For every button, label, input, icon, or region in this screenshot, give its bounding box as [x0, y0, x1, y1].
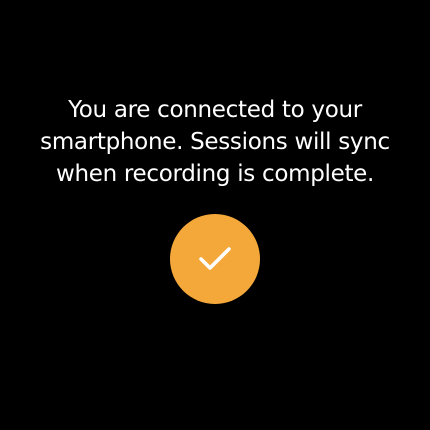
connection-status-message: You are connected to your smartphone. Se… — [40, 97, 390, 187]
confirm-button[interactable] — [170, 214, 260, 304]
check-icon — [198, 246, 232, 272]
watch-screen: You are connected to your smartphone. Se… — [0, 0, 430, 430]
